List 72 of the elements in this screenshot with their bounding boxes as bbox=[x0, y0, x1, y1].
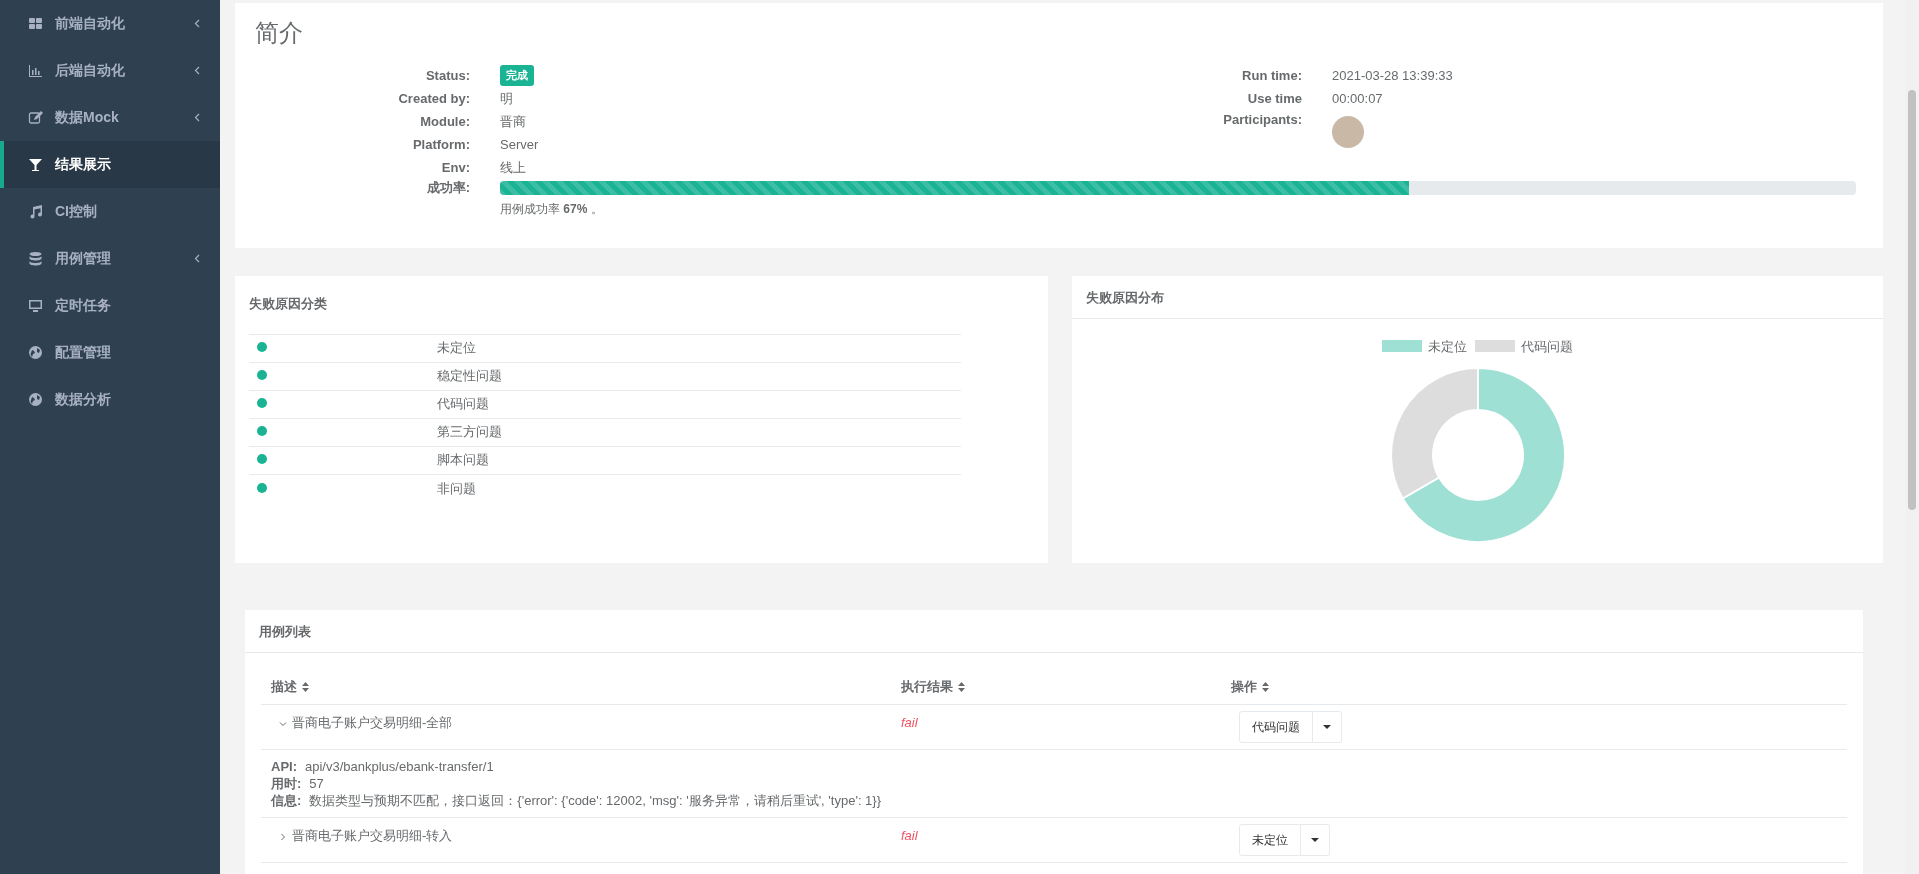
music-note-icon bbox=[28, 204, 43, 219]
monitor-icon bbox=[28, 298, 43, 313]
category-label: 第三方问题 bbox=[437, 424, 502, 440]
edit-icon bbox=[28, 110, 43, 125]
column-header[interactable]: 操作 bbox=[1231, 678, 1257, 694]
category-label: 脚本问题 bbox=[437, 452, 489, 468]
sidebar-item[interactable]: 后端自动化 bbox=[0, 47, 220, 94]
bar-chart-icon bbox=[28, 63, 43, 78]
sort-icon[interactable] bbox=[1262, 682, 1269, 693]
result-text: fail bbox=[901, 715, 918, 731]
field-value: 2021-03-28 13:39:33 bbox=[1332, 66, 1453, 85]
column-header[interactable]: 描述 bbox=[271, 678, 297, 694]
field-label: Platform: bbox=[411, 135, 471, 154]
field-label: 成功率: bbox=[425, 179, 471, 198]
detail-label: 用时: bbox=[271, 776, 302, 792]
field-label: Run time: bbox=[1241, 66, 1303, 85]
sidebar-item[interactable]: 定时任务 bbox=[0, 282, 220, 329]
field-label: Created by: bbox=[397, 89, 471, 108]
action-button[interactable]: 代码问题 bbox=[1239, 711, 1313, 744]
case-description: 晋商电子账户交易明细-转入 bbox=[292, 828, 453, 844]
dropdown-toggle-button[interactable] bbox=[1301, 824, 1330, 857]
sidebar-item[interactable]: 用例管理 bbox=[0, 235, 220, 282]
result-text: fail bbox=[901, 828, 918, 844]
glass-icon bbox=[28, 157, 43, 172]
field-value: 线上 bbox=[500, 158, 526, 177]
detail-value: 57 bbox=[309, 776, 324, 792]
dropdown-toggle-button[interactable] bbox=[1313, 711, 1342, 744]
sidebar-item[interactable]: CI控制 bbox=[0, 188, 220, 235]
field-label: Env: bbox=[440, 158, 471, 177]
expand-chevron-icon[interactable] bbox=[279, 832, 287, 841]
field-label: Use time bbox=[1246, 89, 1303, 108]
sidebar-item[interactable]: 前端自动化 bbox=[0, 0, 220, 47]
panel-title: 简介 bbox=[255, 19, 304, 48]
detail-label: API: bbox=[271, 759, 297, 775]
case-description: 晋商电子账户交易明细-全部 bbox=[292, 715, 453, 731]
avatar-placeholder bbox=[1332, 115, 1364, 148]
category-label: 未定位 bbox=[437, 340, 476, 356]
category-label: 代码问题 bbox=[437, 396, 489, 412]
field-label: Participants: bbox=[1222, 110, 1303, 129]
sidebar-item[interactable]: 数据分析 bbox=[0, 376, 220, 423]
field-label: Module: bbox=[419, 112, 471, 131]
globe-icon bbox=[28, 345, 43, 360]
detail-value: 数据类型与预期不匹配，接口返回：{'error': {'code': 12002, 'msg': '服务异常，请稍后重试', 'type': 1}} bbox=[309, 793, 882, 809]
sort-icon[interactable] bbox=[958, 682, 965, 693]
sidebar-item[interactable]: 数据Mock bbox=[0, 94, 220, 141]
expand-chevron-icon[interactable] bbox=[279, 719, 287, 728]
category-label: 稳定性问题 bbox=[437, 368, 502, 384]
panel-title: 用例列表 bbox=[259, 624, 312, 640]
sidebar-item[interactable]: 结果展示 bbox=[0, 141, 220, 188]
field-label: Status: bbox=[424, 66, 471, 85]
legend-label: 未定位 bbox=[1428, 337, 1467, 356]
legend-label: 代码问题 bbox=[1521, 337, 1573, 356]
field-value: 明 bbox=[500, 89, 513, 108]
field-value: 00:00:07 bbox=[1332, 89, 1383, 108]
caret-icon bbox=[1323, 724, 1331, 730]
detail-value: api/v3/bankplus/ebank-transfer/1 bbox=[305, 759, 494, 775]
globe-icon bbox=[28, 392, 43, 407]
panel-title: 失败原因分类 bbox=[249, 296, 328, 312]
database-icon bbox=[28, 251, 43, 266]
column-header[interactable]: 执行结果 bbox=[901, 678, 953, 694]
status-badge: 完成 bbox=[500, 65, 534, 86]
action-button[interactable]: 未定位 bbox=[1239, 824, 1301, 857]
caret-icon bbox=[1311, 837, 1319, 843]
success-caption: 用例成功率 67% 。 bbox=[500, 201, 603, 216]
sidebar-item[interactable]: 配置管理 bbox=[0, 329, 220, 376]
field-value: 晋商 bbox=[500, 112, 526, 131]
sort-icon[interactable] bbox=[302, 682, 309, 693]
field-value: Server bbox=[500, 135, 539, 154]
panel-title: 失败原因分布 bbox=[1086, 290, 1165, 306]
category-label: 非问题 bbox=[437, 480, 476, 496]
detail-label: 信息: bbox=[271, 793, 302, 809]
grid-icon bbox=[28, 16, 43, 31]
